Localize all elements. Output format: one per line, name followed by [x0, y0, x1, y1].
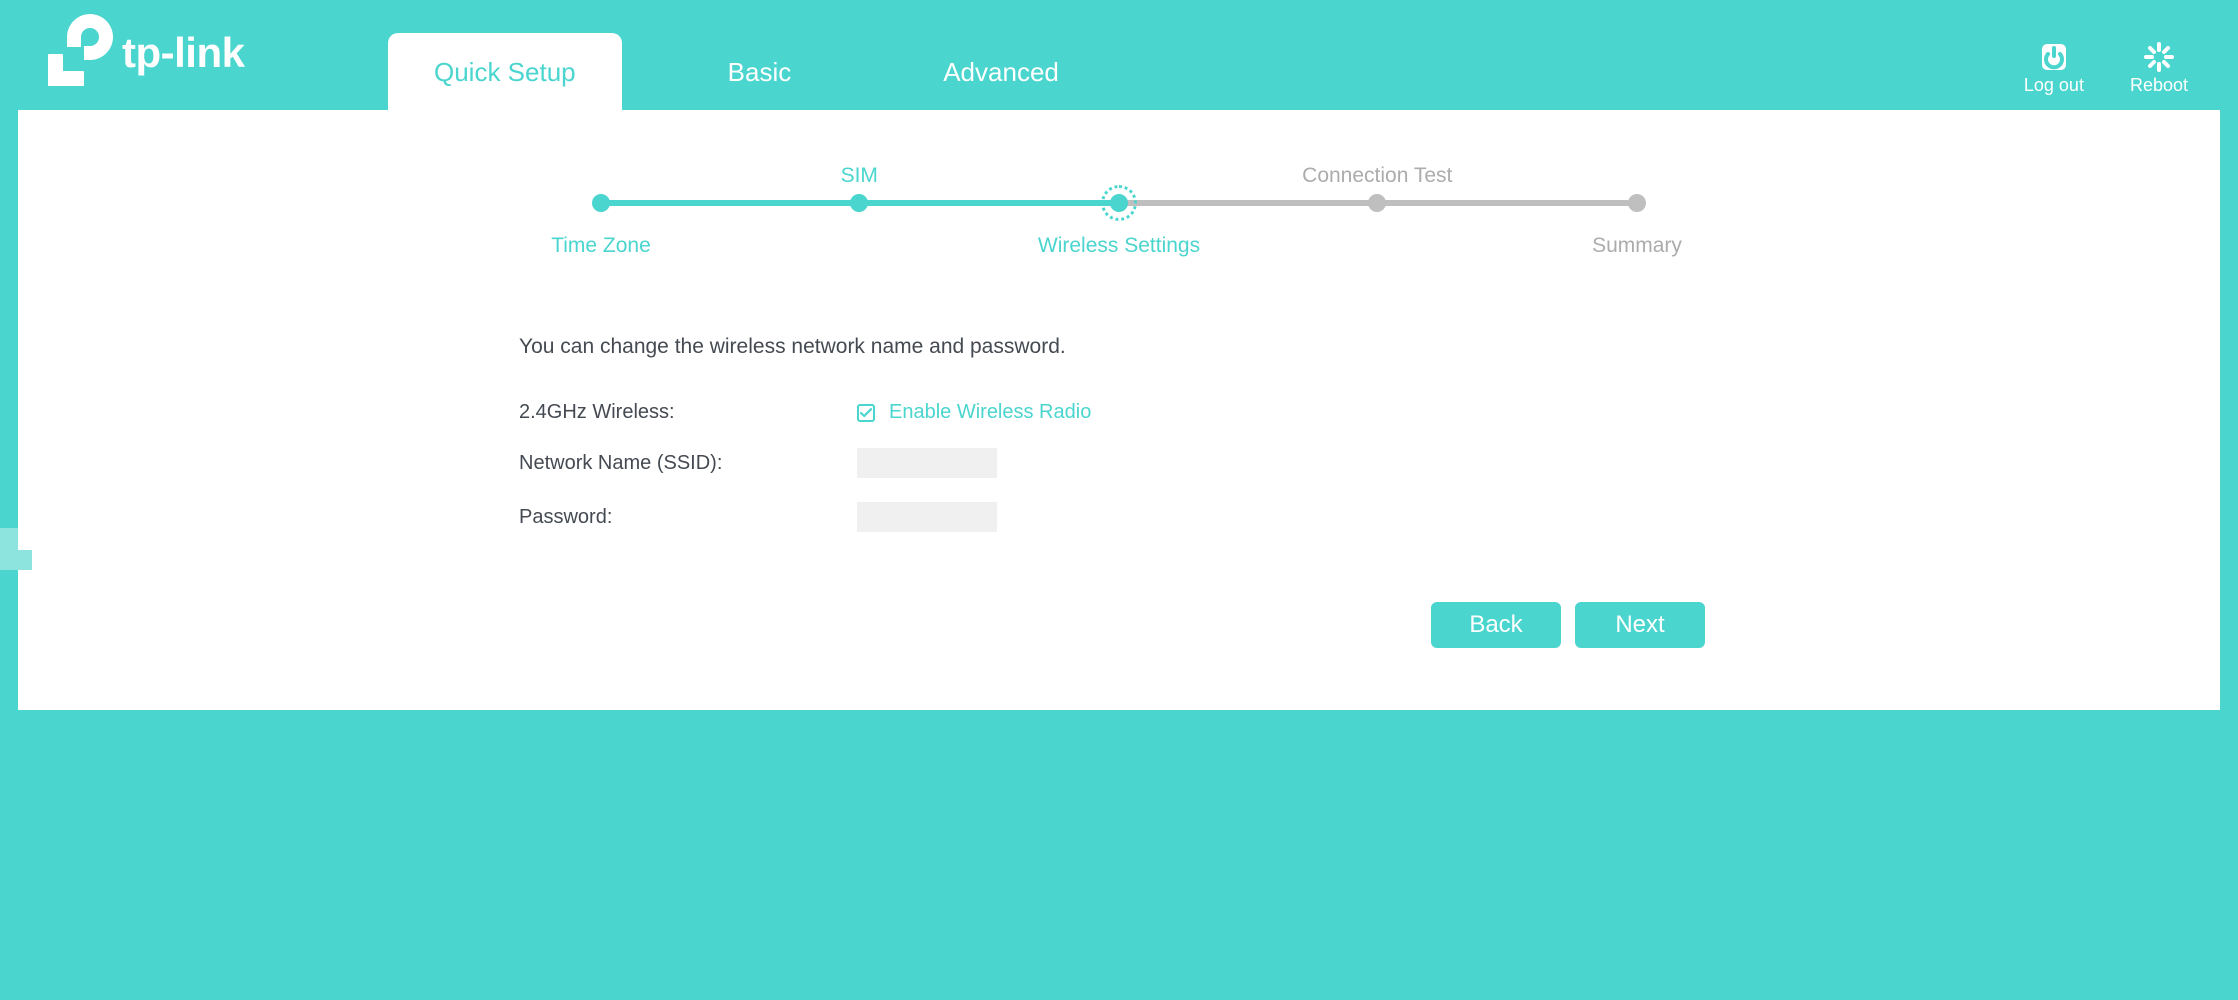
row-enable-radio: 2.4GHz Wireless: Enable Wireless Radio [519, 401, 1719, 424]
wizard-stepper: Time ZoneSIMWireless SettingsConnection … [559, 150, 1679, 280]
logout-icon [2038, 42, 2070, 72]
step-dot-0 [592, 194, 610, 212]
main-panel: Time Zone SIM Wireless Settings Connection … [18, 110, 2220, 710]
reboot-icon [2143, 42, 2175, 72]
reboot-label: Reboot [2130, 75, 2188, 96]
tab-quick-setup[interactable]: Quick Setup [388, 33, 622, 110]
reboot-button[interactable]: Reboot [2130, 42, 2188, 96]
tab-basic[interactable]: Basic [682, 33, 838, 110]
step-label-1: SIM [841, 164, 878, 188]
password-input[interactable] [857, 502, 997, 532]
step-dot-4 [1628, 194, 1646, 212]
step-dot-1 [850, 194, 868, 212]
label-ssid: Network Name (SSID): [519, 452, 857, 475]
step-dot-2 [1110, 194, 1128, 212]
step-label-3: Connection Test [1302, 164, 1452, 188]
ssid-input[interactable] [857, 448, 997, 478]
row-ssid: Network Name (SSID): [519, 448, 1719, 478]
step-label-0: Time Zone [551, 234, 651, 258]
wireless-form: You can change the wireless network name… [519, 335, 1719, 648]
step-dot-3 [1368, 194, 1386, 212]
decorative-edge [0, 528, 18, 570]
next-button[interactable]: Next [1575, 602, 1705, 648]
label-24ghz: 2.4GHz Wireless: [519, 401, 857, 424]
tab-advanced[interactable]: Advanced [897, 33, 1105, 110]
main-tabs: Quick Setup Basic Advanced [388, 33, 1165, 110]
form-intro: You can change the wireless network name… [519, 335, 1719, 359]
brand-logo: tp-link [48, 14, 244, 92]
header-actions: Log out Reboot [2024, 42, 2188, 96]
back-button[interactable]: Back [1431, 602, 1561, 648]
checkbox-icon [857, 404, 875, 422]
step-label-2: Wireless Settings [1038, 234, 1200, 258]
step-label-4: Summary [1592, 234, 1682, 258]
brand-name: tp-link [122, 29, 244, 77]
enable-wireless-radio-checkbox[interactable]: Enable Wireless Radio [857, 401, 1091, 424]
label-password: Password: [519, 506, 857, 529]
enable-radio-text: Enable Wireless Radio [889, 401, 1091, 424]
wizard-actions: Back Next [519, 602, 1719, 648]
header-bar: tp-link Quick Setup Basic Advanced Log o… [0, 0, 2238, 110]
row-password: Password: [519, 502, 1719, 532]
logout-label: Log out [2024, 75, 2084, 96]
logout-button[interactable]: Log out [2024, 42, 2084, 96]
tplink-logo-icon [48, 14, 118, 92]
